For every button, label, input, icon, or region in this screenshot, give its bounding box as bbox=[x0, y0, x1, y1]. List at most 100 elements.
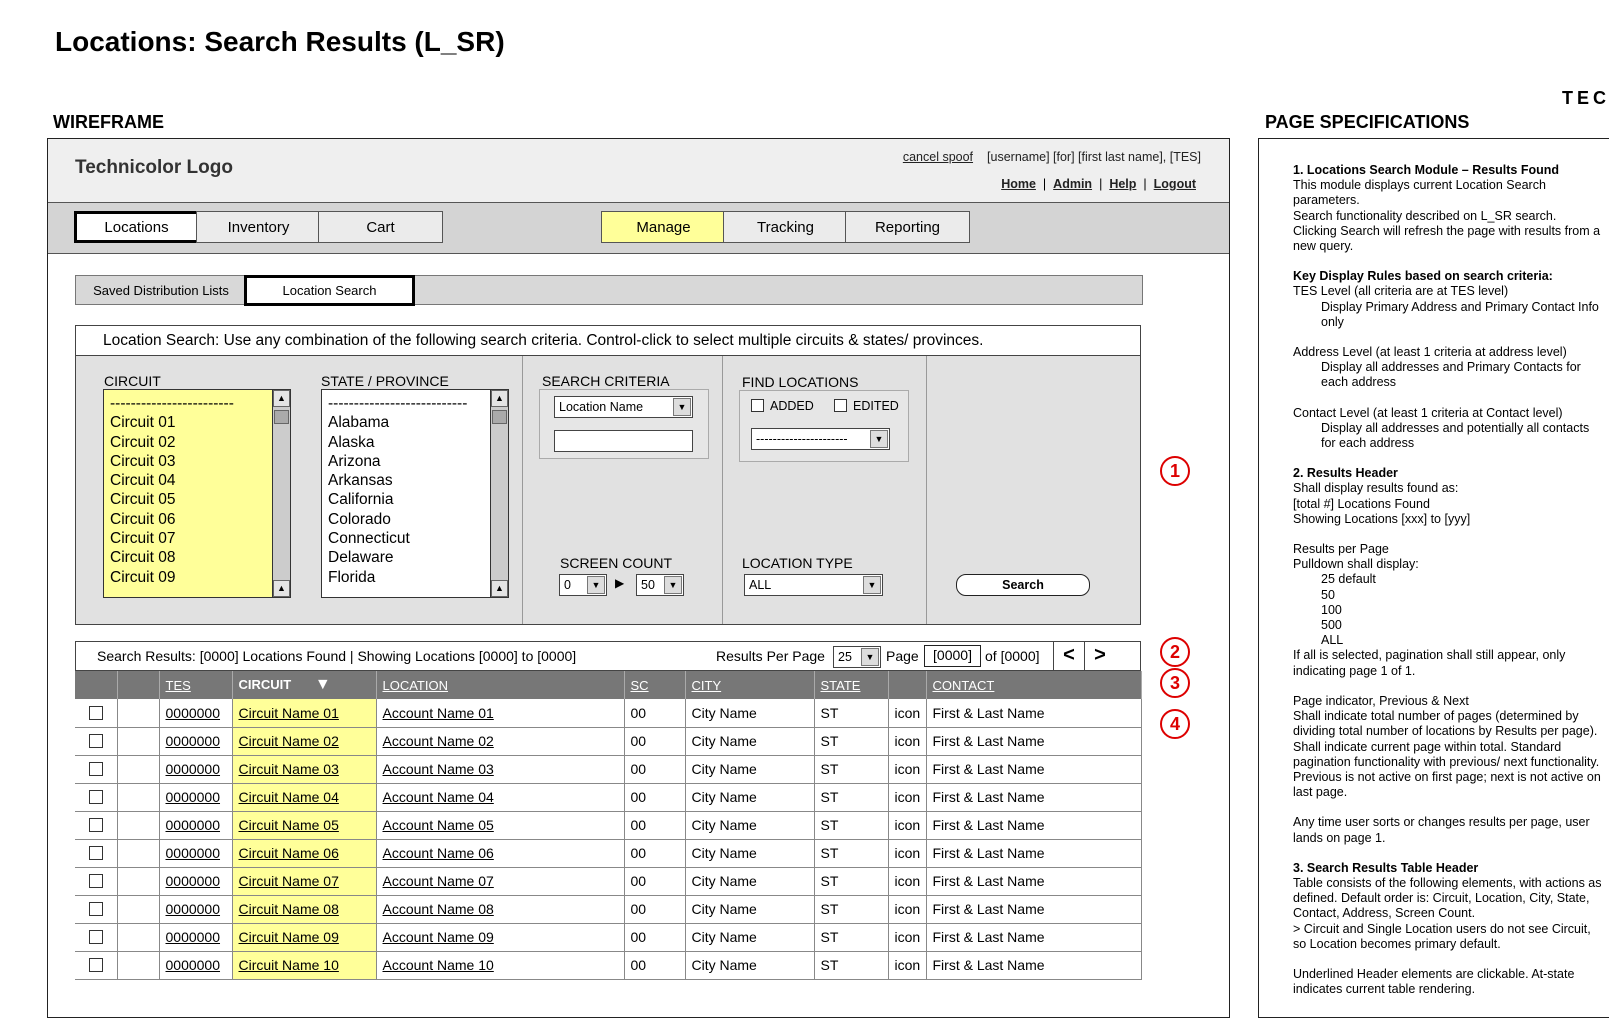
contact-icon[interactable]: icon bbox=[888, 783, 927, 812]
location-cell[interactable]: Account Name 08 bbox=[376, 895, 625, 924]
circuit-cell[interactable]: Circuit Name 04 bbox=[232, 783, 377, 812]
list-option[interactable]: California bbox=[328, 490, 467, 509]
location-cell[interactable]: Account Name 02 bbox=[376, 727, 625, 756]
row-checkbox[interactable] bbox=[88, 818, 103, 832]
list-option[interactable]: Florida bbox=[328, 568, 467, 587]
tab-manage[interactable]: Manage bbox=[601, 211, 726, 243]
cancel-spoof-link[interactable]: cancel spoof bbox=[903, 150, 973, 164]
circuit-scrollbar[interactable]: ▲ ▲ bbox=[272, 390, 290, 597]
tes-cell[interactable]: 0000000 bbox=[159, 867, 233, 896]
help-link[interactable]: Help bbox=[1109, 177, 1136, 191]
tes-cell[interactable]: 0000000 bbox=[159, 783, 233, 812]
contact-icon[interactable]: icon bbox=[888, 923, 927, 952]
location-type-select[interactable]: ALL ▼ bbox=[744, 574, 883, 596]
circuit-cell[interactable]: Circuit Name 08 bbox=[232, 895, 377, 924]
screen-count-to-select[interactable]: 50 ▼ bbox=[636, 574, 684, 596]
row-checkbox[interactable] bbox=[88, 902, 103, 916]
contact-icon[interactable]: icon bbox=[888, 951, 927, 980]
row-checkbox[interactable] bbox=[88, 874, 103, 888]
added-checkbox[interactable] bbox=[751, 399, 764, 412]
list-option[interactable]: Arizona bbox=[328, 452, 467, 471]
next-page-button[interactable]: > bbox=[1084, 642, 1115, 670]
list-option[interactable]: Circuit 09 bbox=[110, 568, 234, 587]
list-option[interactable]: Circuit 07 bbox=[110, 529, 234, 548]
contact-icon[interactable]: icon bbox=[888, 839, 927, 868]
tes-cell[interactable]: 0000000 bbox=[159, 727, 233, 756]
list-option[interactable]: Arkansas bbox=[328, 471, 467, 490]
list-option[interactable]: Alaska bbox=[328, 433, 467, 452]
added-checkbox-row[interactable]: ADDED bbox=[751, 399, 814, 413]
edited-checkbox[interactable] bbox=[834, 399, 847, 412]
contact-column-header[interactable]: CONTACT bbox=[926, 671, 1142, 699]
find-locations-select[interactable]: ---------------------- ▼ bbox=[751, 428, 890, 450]
location-cell[interactable]: Account Name 05 bbox=[376, 811, 625, 840]
contact-icon[interactable]: icon bbox=[888, 867, 927, 896]
tab-tracking[interactable]: Tracking bbox=[723, 211, 848, 243]
location-cell[interactable]: Account Name 06 bbox=[376, 839, 625, 868]
page-number-input[interactable]: [0000] bbox=[924, 645, 981, 667]
tab-cart[interactable]: Cart bbox=[318, 211, 443, 243]
circuit-cell[interactable]: Circuit Name 02 bbox=[232, 727, 377, 756]
tes-cell[interactable]: 0000000 bbox=[159, 811, 233, 840]
list-option[interactable]: Circuit 06 bbox=[110, 510, 234, 529]
location-cell[interactable]: Account Name 10 bbox=[376, 951, 625, 980]
edited-checkbox-row[interactable]: EDITED bbox=[834, 399, 899, 413]
scroll-down-icon[interactable]: ▲ bbox=[273, 580, 290, 597]
tes-column-header[interactable]: TES bbox=[159, 671, 233, 699]
scroll-up-icon[interactable]: ▲ bbox=[273, 390, 290, 407]
circuit-cell[interactable]: Circuit Name 06 bbox=[232, 839, 377, 868]
sc-column-header[interactable]: SC bbox=[624, 671, 686, 699]
scroll-thumb[interactable] bbox=[492, 410, 507, 424]
state-scrollbar[interactable]: ▲ ▲ bbox=[490, 390, 508, 597]
circuit-cell[interactable]: Circuit Name 07 bbox=[232, 867, 377, 896]
previous-page-button[interactable]: < bbox=[1053, 642, 1084, 670]
tes-cell[interactable]: 0000000 bbox=[159, 699, 233, 728]
circuit-cell[interactable]: Circuit Name 10 bbox=[232, 951, 377, 980]
row-checkbox[interactable] bbox=[88, 762, 103, 776]
circuit-cell[interactable]: Circuit Name 05 bbox=[232, 811, 377, 840]
row-checkbox[interactable] bbox=[88, 790, 103, 804]
scroll-thumb[interactable] bbox=[274, 410, 289, 424]
row-checkbox[interactable] bbox=[88, 846, 103, 860]
location-column-header[interactable]: LOCATION bbox=[376, 671, 625, 699]
tes-cell[interactable]: 0000000 bbox=[159, 839, 233, 868]
location-cell[interactable]: Account Name 07 bbox=[376, 867, 625, 896]
city-column-header[interactable]: CITY bbox=[685, 671, 815, 699]
circuit-cell[interactable]: Circuit Name 09 bbox=[232, 923, 377, 952]
row-checkbox[interactable] bbox=[88, 705, 103, 720]
search-button[interactable]: Search bbox=[956, 574, 1090, 596]
list-option[interactable]: Circuit 02 bbox=[110, 433, 234, 452]
row-checkbox[interactable] bbox=[88, 958, 103, 972]
tes-cell[interactable]: 0000000 bbox=[159, 895, 233, 924]
row-checkbox[interactable] bbox=[88, 734, 103, 748]
tes-cell[interactable]: 0000000 bbox=[159, 951, 233, 980]
circuit-cell[interactable]: Circuit Name 03 bbox=[232, 755, 377, 784]
contact-icon[interactable]: icon bbox=[888, 755, 927, 784]
list-option[interactable]: Circuit 01 bbox=[110, 413, 234, 432]
search-criteria-input[interactable] bbox=[554, 430, 693, 452]
list-option[interactable]: Colorado bbox=[328, 510, 467, 529]
contact-icon[interactable]: icon bbox=[888, 811, 927, 840]
location-cell[interactable]: Account Name 04 bbox=[376, 783, 625, 812]
screen-count-from-select[interactable]: 0 ▼ bbox=[559, 574, 607, 596]
list-option[interactable]: Circuit 05 bbox=[110, 490, 234, 509]
contact-icon[interactable]: icon bbox=[888, 895, 927, 924]
tes-cell[interactable]: 0000000 bbox=[159, 923, 233, 952]
state-province-listbox[interactable]: --------------------------- Alabama Alaska… bbox=[321, 389, 509, 598]
scroll-down-icon[interactable]: ▲ bbox=[491, 580, 508, 597]
list-option[interactable]: ------------------------ bbox=[110, 394, 234, 413]
contact-icon[interactable]: icon bbox=[888, 727, 927, 756]
list-option[interactable]: --------------------------- bbox=[328, 394, 467, 413]
logout-link[interactable]: Logout bbox=[1154, 177, 1196, 191]
contact-icon[interactable]: icon bbox=[888, 699, 927, 728]
home-link[interactable]: Home bbox=[1001, 177, 1036, 191]
tes-cell[interactable]: 0000000 bbox=[159, 755, 233, 784]
list-option[interactable]: Alabama bbox=[328, 413, 467, 432]
tab-reporting[interactable]: Reporting bbox=[845, 211, 970, 243]
circuit-column-header[interactable]: CIRCUIT ▼ bbox=[232, 671, 377, 699]
list-option[interactable]: Circuit 03 bbox=[110, 452, 234, 471]
admin-link[interactable]: Admin bbox=[1053, 177, 1092, 191]
list-option[interactable]: Circuit 04 bbox=[110, 471, 234, 490]
subtab-saved-distribution-lists[interactable]: Saved Distribution Lists bbox=[76, 276, 246, 304]
list-option[interactable]: Connecticut bbox=[328, 529, 467, 548]
